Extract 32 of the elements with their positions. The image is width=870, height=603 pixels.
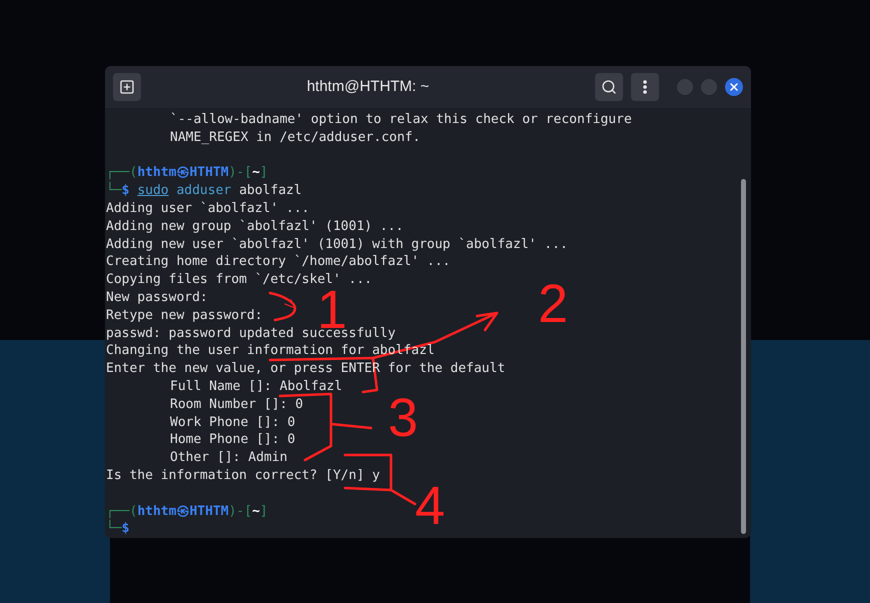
new-tab-icon — [119, 79, 135, 95]
terminal-output-line: Work Phone []: 0 — [170, 414, 296, 430]
prompt-line: ┌──(hthtm㉿HTHTM)-[~] — [106, 164, 268, 182]
terminal-output-line: NAME_REGEX in /etc/adduser.conf. — [170, 130, 420, 145]
terminal-output-line: Adding new group `abolfazl' (1001) ... — [106, 218, 404, 234]
close-icon — [728, 81, 740, 93]
new-tab-button[interactable] — [113, 73, 141, 101]
terminal-output-line: `--allow-badname' option to relax this check or reconfigure — [170, 112, 632, 127]
terminal-output-line: New password: — [106, 290, 208, 305]
terminal-output-line: Full Name []: Abolfazl — [170, 378, 342, 394]
menu-button[interactable] — [631, 73, 659, 101]
window-title: hthtm@HTHTM: ~ — [306, 76, 430, 97]
annotation-number: 2 — [538, 284, 568, 324]
terminal-output-line: Creating home directory `/home/abolfazl' ... — [106, 254, 450, 270]
annotation-number: 4 — [415, 486, 446, 526]
menu-icon — [643, 80, 647, 94]
prompt-line: ┌──(hthtm㉿HTHTM)-[~] — [106, 502, 268, 520]
terminal-output-line: Adding user `abolfazl' ... — [106, 200, 310, 216]
terminal-output-line: Other []: Admin — [170, 450, 288, 466]
terminal-output-line: Home Phone []: 0 — [170, 432, 296, 448]
annotation-number: 3 — [388, 398, 418, 438]
terminal-output-line: Copying files from `/etc/skel' ... — [106, 272, 372, 288]
command-line: └─$ — [106, 520, 130, 538]
terminal-output-line: Retype new password: — [106, 308, 263, 323]
scrollbar-thumb[interactable] — [741, 179, 746, 534]
search-icon — [601, 79, 617, 95]
search-button[interactable] — [595, 73, 623, 101]
close-button[interactable] — [725, 78, 743, 96]
terminal-output-line: Room Number []: 0 — [170, 396, 304, 412]
command-line: └─$ sudo adduser abolfazl — [106, 182, 302, 200]
terminal-output-line: Is the information correct? [Y/n] y — [106, 468, 380, 483]
terminal-output-line: Adding new user `abolfazl' (1001) with group `abolfazl' ... — [106, 236, 568, 252]
